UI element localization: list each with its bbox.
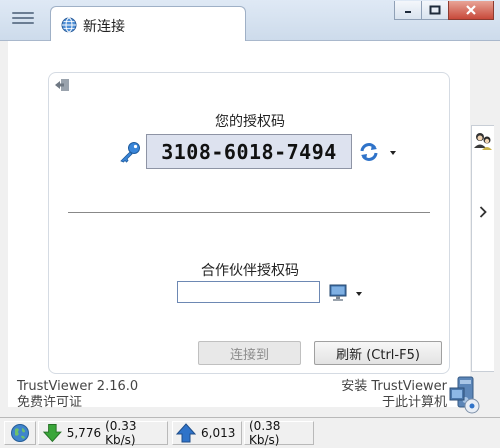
maximize-icon [429, 5, 441, 15]
minimize-button[interactable] [394, 1, 422, 20]
upload-rate-cell: (0.38 Kb/s) [244, 419, 314, 447]
your-code-display: 3108-6018-7494 [146, 134, 352, 169]
partner-code-label: 合作伙伴授权码 [201, 263, 299, 279]
download-rate: (0.33 Kb/s) [105, 419, 137, 447]
upload-stats: 6,013 [172, 421, 242, 445]
download-stats: 5,776 (0.33 Kb/s) [38, 419, 168, 447]
close-icon [466, 5, 476, 15]
install-text-line2: 于此计算机 [381, 395, 447, 410]
globe-icon [61, 17, 77, 33]
upload-rate: (0.38 Kb/s) [249, 419, 281, 447]
minimize-icon [405, 11, 411, 13]
maximize-button[interactable] [421, 1, 449, 20]
side-panel-strip [471, 125, 494, 372]
status-bar: 5,776 (0.33 Kb/s) 6,013 (0.38 Kb/s) [0, 417, 500, 448]
chevron-down-icon[interactable] [388, 148, 398, 158]
exit-door-icon[interactable] [54, 78, 70, 92]
section-divider [68, 212, 430, 213]
title-bar: 新连接 [0, 0, 500, 41]
partner-code-input[interactable] [177, 281, 320, 303]
your-code-label: 您的授权码 [215, 114, 285, 130]
install-text-line1: 安装 TrustViewer [341, 379, 447, 394]
version-text: TrustViewer 2.16.0 [17, 379, 139, 394]
chevron-right-icon [479, 206, 487, 218]
network-status[interactable] [4, 421, 36, 445]
connect-button[interactable]: 连接到 [198, 341, 301, 365]
license-text: 免费许可证 [17, 395, 83, 410]
tab-label: 新连接 [83, 19, 125, 35]
hamburger-line [12, 12, 34, 14]
download-bytes: 5,776 [66, 426, 102, 440]
network-globe-icon [11, 424, 29, 442]
chevron-down-icon[interactable] [354, 289, 364, 299]
monitor-icon[interactable] [329, 284, 347, 302]
refresh-button[interactable]: 刷新 (Ctrl-F5) [314, 341, 442, 365]
tab-new-connection[interactable]: 新连接 [50, 6, 246, 41]
hamburger-line [12, 17, 34, 19]
up-arrow-icon [175, 423, 197, 443]
upload-bytes: 6,013 [201, 426, 236, 440]
version-info: TrustViewer 2.16.0 免费许可证 [17, 379, 138, 411]
down-arrow-icon [42, 424, 62, 443]
contacts-people-icon[interactable] [473, 131, 493, 151]
install-link[interactable]: 安装 TrustViewer 于此计算机 [341, 379, 447, 411]
hamburger-line [12, 22, 34, 24]
window-controls [394, 1, 494, 21]
close-button[interactable] [448, 1, 494, 20]
expand-panel-chevron[interactable] [479, 206, 487, 222]
menu-button[interactable] [10, 9, 36, 29]
key-icon [120, 142, 140, 163]
refresh-arrows-icon[interactable] [358, 141, 380, 163]
install-computer-icon[interactable] [448, 376, 482, 414]
